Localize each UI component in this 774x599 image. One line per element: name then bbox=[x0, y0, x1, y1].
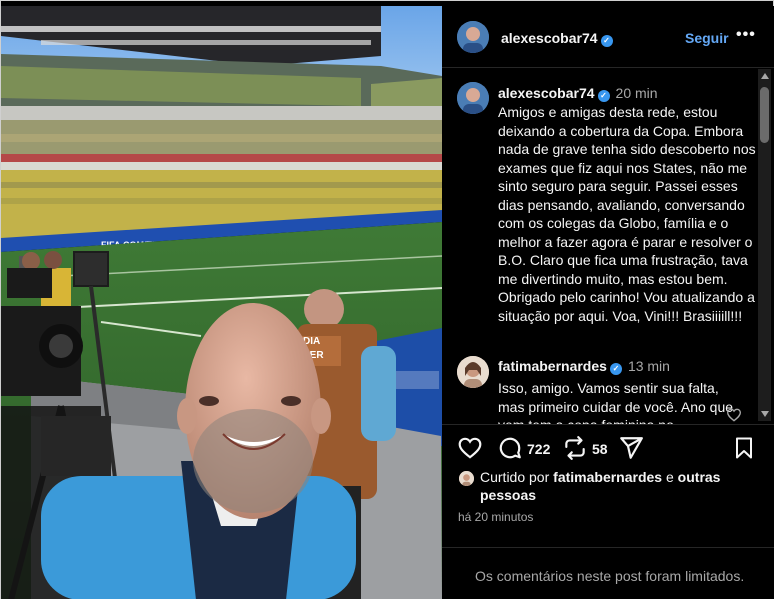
post-side-panel: alexescobar74 ✓ Seguir ••• alexescobar74 ✓… bbox=[442, 6, 774, 599]
post-header: alexescobar74 ✓ Seguir ••• bbox=[442, 6, 774, 68]
liked-by-line: Curtido por fatimabernardes e outras pes… bbox=[459, 468, 759, 504]
comments-scrollbar[interactable] bbox=[758, 69, 771, 421]
save-bookmark-icon[interactable] bbox=[732, 435, 756, 461]
repost-count[interactable]: 58 bbox=[592, 441, 608, 457]
repost-icon[interactable] bbox=[562, 435, 588, 461]
verified-badge-icon: ✓ bbox=[609, 363, 622, 375]
post-timestamp[interactable]: há 20 minutos bbox=[458, 510, 533, 524]
author-avatar[interactable] bbox=[457, 21, 489, 53]
avatar-image bbox=[457, 356, 489, 388]
scroll-down-arrow-icon[interactable] bbox=[761, 411, 769, 417]
comments-limited-text: Os comentários neste post foram limitado… bbox=[475, 568, 745, 584]
comment-count[interactable]: 722 bbox=[527, 441, 550, 457]
avatar-image bbox=[459, 471, 474, 486]
follow-button[interactable]: Seguir bbox=[685, 30, 729, 46]
verified-badge-icon: ✓ bbox=[600, 35, 613, 47]
liked-by-conjunction: e bbox=[662, 469, 678, 485]
instagram-post-window: FIFA.COM/TICKETS bbox=[0, 0, 774, 599]
liked-by-user-link[interactable]: fatimabernardes bbox=[553, 469, 662, 485]
comment-bubble-icon[interactable] bbox=[497, 435, 523, 461]
comment-text: Isso, amigo. Vamos sentir sua falta, mas… bbox=[498, 380, 734, 424]
scroll-up-arrow-icon[interactable] bbox=[761, 73, 769, 79]
caption-author-avatar[interactable] bbox=[457, 82, 489, 114]
post-photo[interactable]: FIFA.COM/TICKETS bbox=[1, 6, 442, 599]
avatar-image bbox=[457, 82, 489, 114]
caption-header: alexescobar74 ✓ 20 min bbox=[498, 85, 658, 102]
liked-by-avatar[interactable] bbox=[459, 471, 474, 486]
caption-text: Amigos e amigas desta rede, estou deixan… bbox=[498, 104, 756, 324]
stadium-selfie-image: FIFA.COM/TICKETS bbox=[1, 6, 442, 599]
author-username-text[interactable]: alexescobar74 bbox=[501, 30, 598, 46]
caption-username[interactable]: alexescobar74 bbox=[498, 85, 595, 101]
scrollbar-thumb[interactable] bbox=[760, 87, 769, 143]
share-send-icon[interactable] bbox=[618, 435, 644, 461]
comments-limited-notice: Os comentários neste post foram limitado… bbox=[442, 547, 774, 599]
comments-list[interactable]: alexescobar74 ✓ 20 min Amigos e amigas des… bbox=[442, 69, 774, 424]
comment-username[interactable]: fatimabernardes bbox=[498, 358, 607, 374]
more-options-icon[interactable]: ••• bbox=[736, 26, 756, 44]
liked-by-prefix: Curtido por bbox=[480, 469, 554, 485]
post-actions-bar: 722 58 bbox=[442, 424, 774, 464]
caption-time[interactable]: 20 min bbox=[616, 85, 658, 101]
author-username[interactable]: alexescobar74 ✓ bbox=[501, 30, 613, 47]
comment-author-avatar[interactable] bbox=[457, 356, 489, 388]
verified-badge-icon: ✓ bbox=[597, 90, 610, 102]
comment-header: fatimabernardes ✓ 13 min bbox=[498, 358, 670, 375]
like-heart-icon[interactable] bbox=[457, 435, 483, 461]
liked-by-text: Curtido por fatimabernardes e outras pes… bbox=[480, 468, 759, 504]
comment-like-heart-icon[interactable] bbox=[726, 407, 742, 423]
avatar-image bbox=[457, 21, 489, 53]
comment-time[interactable]: 13 min bbox=[628, 358, 670, 374]
